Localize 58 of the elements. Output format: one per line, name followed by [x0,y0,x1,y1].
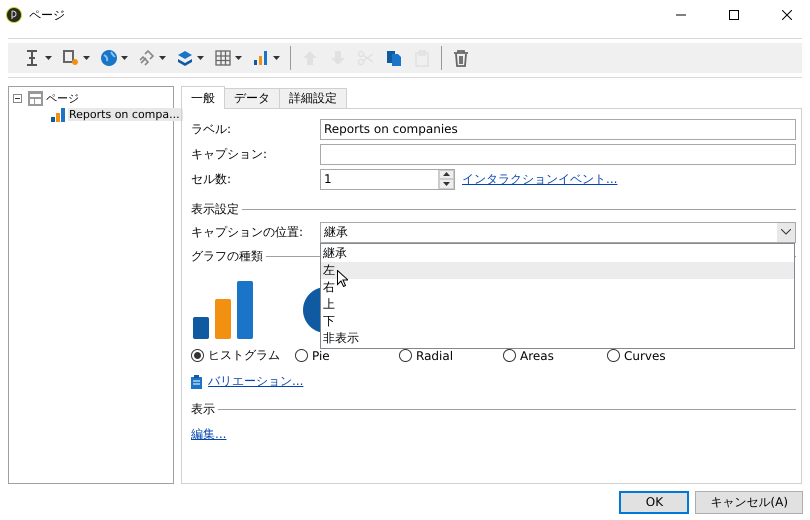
mouse-pointer-icon [337,270,348,286]
histogram-chart-icon [193,281,255,339]
collapse-toggle-icon[interactable] [13,94,22,102]
tab[interactable]: 詳細設定 [279,88,347,109]
caret-icon [83,56,90,60]
radio-button[interactable] [607,349,620,362]
caret-icon [781,229,791,235]
close-icon[interactable] [782,10,792,20]
variation-link[interactable]: バリエーション... [208,373,304,390]
radio-label: Curves [624,348,666,362]
section-title: グラフの種類 [191,248,263,264]
maximize-icon[interactable] [729,10,739,20]
ok-button[interactable]: OK [619,490,690,514]
caret-icon [235,56,242,60]
clipboard-icon [191,374,202,388]
copy-icon [385,49,403,67]
radio-label: Radial [416,348,454,362]
dropdown-option[interactable]: 右 [321,278,794,296]
edit-link[interactable]: 編集... [191,427,226,441]
trash-icon [452,49,470,67]
radio-button[interactable] [503,349,516,362]
page-layout-icon [28,90,43,106]
field-label: キャプションの位置: [191,224,304,240]
grid-icon [214,49,232,67]
window-title: ページ [29,6,66,24]
tab[interactable]: データ [224,88,280,109]
cancel-button[interactable]: キャンセル(A) [695,490,803,514]
section-title: 表示 [191,400,215,418]
text-field[interactable]: Reports on companies [320,118,796,140]
text-field[interactable] [320,144,796,164]
bar-chart-icon [51,106,66,122]
field-label: セル数: [191,170,232,188]
radio-label: Pie [312,348,330,362]
spin-up-icon[interactable] [439,170,454,179]
caret-icon [45,56,52,60]
tab[interactable]: 一般 [181,86,225,109]
radio-button[interactable] [191,349,204,362]
globe-icon [100,49,118,67]
radio-button[interactable] [295,349,308,362]
interaction-event-link[interactable]: インタラクションイベント... [462,170,618,188]
radio-label: Areas [520,348,554,362]
layers-icon [176,49,194,67]
number-field[interactable]: 1 [320,168,455,190]
tree-item[interactable]: Reports on compa... [68,108,183,120]
caret-icon [273,56,280,60]
caret-icon [197,56,204,60]
app-logo-icon [6,7,22,23]
section-title: 表示設定 [191,200,239,218]
field-label: ラベル: [191,120,232,138]
radio-button[interactable] [399,349,412,362]
dropdown-option[interactable]: 左 [321,262,794,278]
spin-down-icon[interactable] [439,179,454,188]
caret-icon [159,56,166,60]
bar-chart-icon [252,49,270,67]
caret-icon [121,56,128,60]
tree-item[interactable]: ページ [45,90,82,106]
field-label: キャプション: [191,146,268,162]
radio-label: ヒストグラム [208,347,280,364]
